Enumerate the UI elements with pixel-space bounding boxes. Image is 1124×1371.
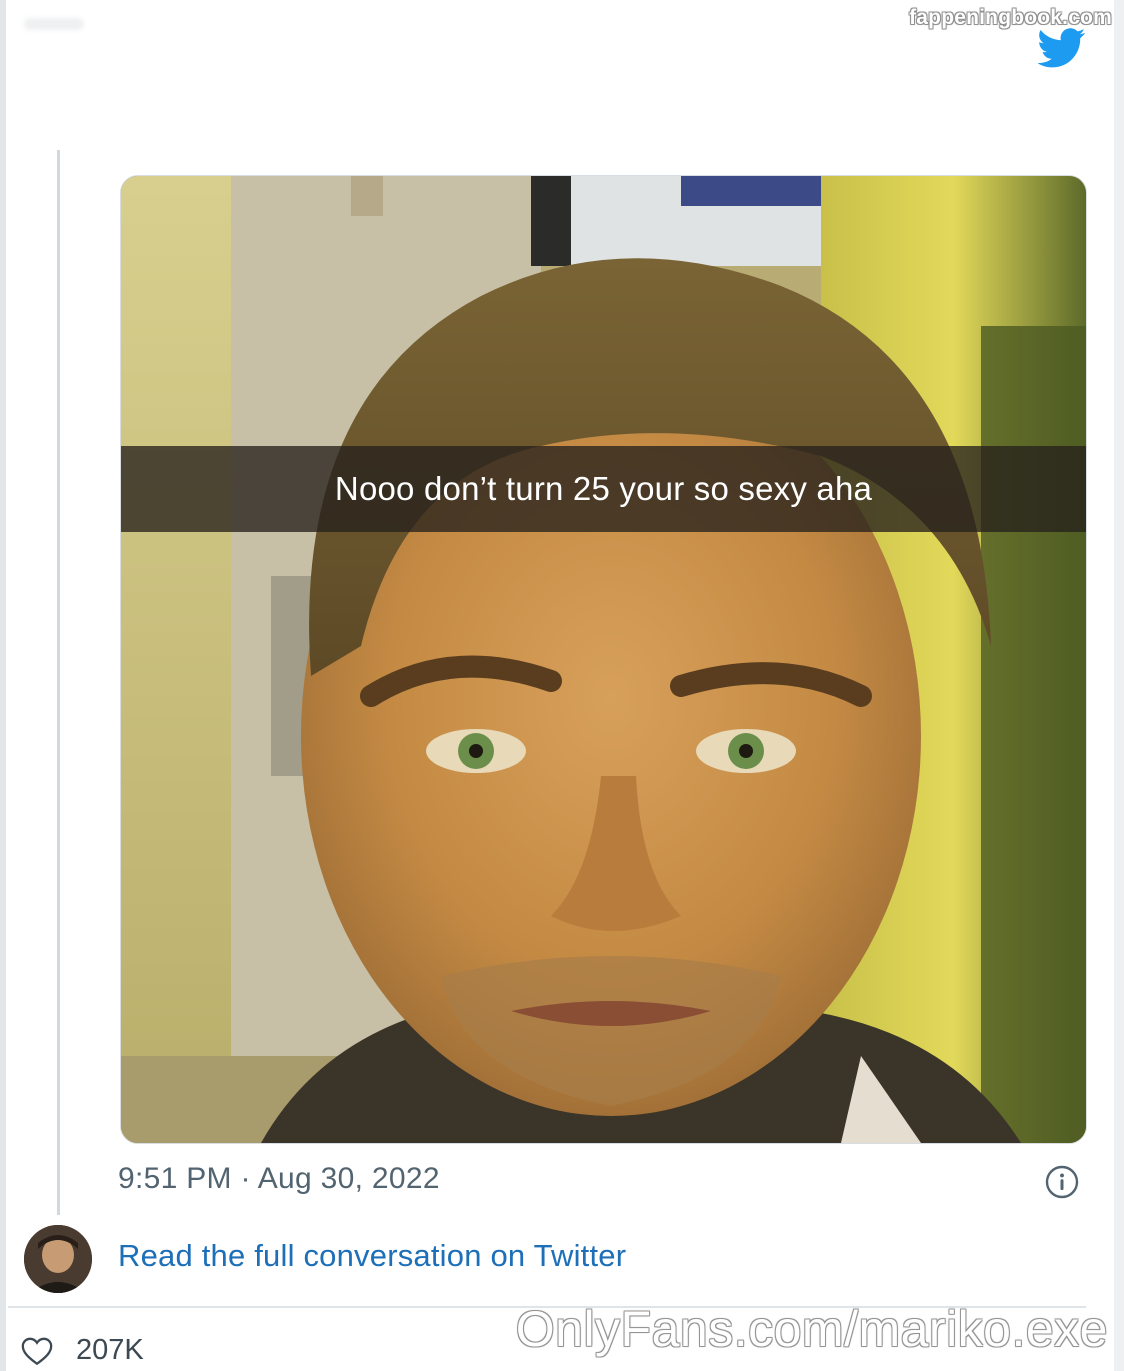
frame-right-edge (1114, 0, 1124, 1371)
read-full-conversation-link[interactable]: Read the full conversation on Twitter (118, 1238, 626, 1274)
thread-connector-line (57, 150, 60, 1215)
avatar[interactable] (24, 1225, 92, 1293)
heart-icon[interactable] (20, 1334, 54, 1368)
blurred-author-handle (350, 78, 357, 106)
watermark-bottom: OnlyFans.com/mariko.exe (515, 1301, 1108, 1357)
frame-left-edge (0, 0, 6, 1371)
selfie-photo-illustration (121, 176, 1086, 1143)
snapchat-caption-bar: Nooo don’t turn 25 your so sexy aha (121, 446, 1086, 532)
like-count: 207K (76, 1334, 144, 1366)
blurred-author-name (300, 38, 307, 66)
avatar-image (24, 1225, 92, 1293)
watermark-top: fappeningbook.com (909, 6, 1112, 29)
snapchat-caption-text: Nooo don’t turn 25 your so sexy aha (334, 470, 873, 507)
tweet-timestamp[interactable]: 9:51 PM · Aug 30, 2022 (118, 1162, 440, 1196)
faded-header-artifact (24, 18, 84, 30)
info-icon[interactable] (1044, 1164, 1080, 1200)
twitter-bird-icon[interactable] (1038, 28, 1086, 68)
tweet-media-photo[interactable]: Nooo don’t turn 25 your so sexy aha (120, 175, 1087, 1144)
